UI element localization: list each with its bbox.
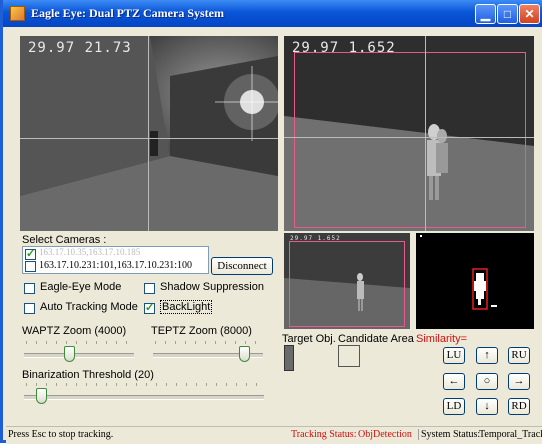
app-icon — [10, 6, 25, 21]
status-hint: Press Esc to stop tracking. — [8, 429, 114, 440]
circle-icon: ○ — [483, 375, 491, 387]
slider-thumb[interactable] — [64, 346, 75, 362]
teptz-zoom-slider[interactable] — [151, 339, 265, 363]
tracking-osd: 29.97 1.652 — [292, 40, 396, 56]
camera-checkbox-1[interactable] — [25, 247, 36, 260]
ptz-right-down-button[interactable]: RD — [508, 398, 530, 415]
minimize-button[interactable]: ▁ — [475, 4, 496, 24]
target-object-preview — [284, 345, 294, 371]
binarization-threshold-slider[interactable] — [22, 381, 266, 405]
wide-angle-scene — [20, 36, 278, 231]
binary-mask-video — [416, 233, 534, 329]
maximize-icon: □ — [503, 7, 512, 21]
thumbnail-osd: 29.97 1.652 — [290, 235, 341, 242]
arrow-up-icon: ↑ — [484, 349, 490, 361]
tracking-box — [294, 52, 526, 228]
shadow-suppression-label[interactable]: Shadow Suppression — [160, 281, 264, 293]
arrow-left-icon: ← — [448, 375, 460, 387]
slider-track — [24, 353, 134, 358]
slider-track — [24, 395, 264, 400]
title-bar[interactable]: Eagle Eye: Dual PTZ Camera System ▁ □ ✕ — [3, 0, 542, 27]
candidate-area-label: Candidate Area — [338, 333, 414, 345]
camera-item-1[interactable]: 163.17.10.35,163.17.10.185 — [39, 247, 140, 257]
ptz-left-down-button[interactable]: LD — [443, 398, 465, 415]
shadow-suppression-checkbox[interactable] — [144, 283, 155, 294]
ptz-up-button[interactable]: ↑ — [476, 347, 498, 364]
camera-list[interactable]: 163.17.10.35,163.17.10.185 163.17.10.231… — [22, 246, 209, 274]
ptz-left-up-button[interactable]: LU — [443, 347, 465, 364]
waptz-zoom-slider[interactable] — [22, 339, 136, 363]
tracking-status-value: ObjDetection — [358, 429, 412, 440]
binarization-threshold-label: Binarization Threshold (20) — [22, 369, 154, 381]
camera-checkbox-2[interactable] — [25, 261, 36, 272]
wide-angle-video: 29.97 21.73 — [20, 36, 278, 231]
system-status-label: System Status: — [418, 429, 480, 440]
app-window: Eagle Eye: Dual PTZ Camera System ▁ □ ✕ — [0, 0, 542, 444]
video-grid-line — [284, 137, 534, 138]
close-button[interactable]: ✕ — [519, 4, 540, 24]
arrow-right-icon: → — [513, 375, 525, 387]
similarity-label: Similarity= — [416, 333, 468, 345]
video-grid-line — [425, 36, 426, 231]
maximize-button[interactable]: □ — [497, 4, 518, 24]
eagle-eye-mode-checkbox[interactable] — [24, 283, 35, 294]
wide-angle-osd: 29.97 21.73 — [28, 40, 132, 56]
tracking-status-label: Tracking Status: — [291, 429, 357, 440]
waptz-zoom-label: WAPTZ Zoom (4000) — [22, 325, 127, 337]
camera-item-2[interactable]: 163.17.10.231:101,163.17.10.231:100 — [39, 260, 192, 271]
video-grid-line — [148, 36, 149, 231]
eagle-eye-mode-label[interactable]: Eagle-Eye Mode — [40, 281, 121, 293]
close-icon: ✕ — [524, 7, 535, 21]
thumbnail-video: 29.97 1.652 — [284, 233, 410, 329]
ptz-center-button[interactable]: ○ — [476, 373, 498, 390]
system-status-value: Temporal_Track — [479, 429, 542, 440]
slider-thumb[interactable] — [36, 388, 47, 404]
target-obj-label: Target Obj. — [282, 333, 336, 345]
window-title: Eagle Eye: Dual PTZ Camera System — [31, 6, 224, 20]
teptz-zoom-label: TEPTZ Zoom (8000) — [151, 325, 252, 337]
arrow-down-icon: ↓ — [484, 400, 490, 412]
select-cameras-label: Select Cameras : — [22, 234, 107, 246]
backlight-label[interactable]: BackLight — [160, 300, 213, 314]
thumbnail-tracking-box — [289, 241, 405, 327]
auto-tracking-checkbox[interactable] — [24, 303, 35, 314]
minimize-icon: ▁ — [480, 7, 491, 21]
video-grid-line — [20, 138, 278, 139]
auto-tracking-label[interactable]: Auto Tracking Mode — [40, 301, 138, 313]
binary-mask-scene — [416, 233, 534, 329]
ptz-down-button[interactable]: ↓ — [476, 398, 498, 415]
disconnect-button[interactable]: Disconnect — [211, 257, 273, 275]
client-area: 29.97 21.73 29.97 1.652 Select Cameras : — [6, 27, 542, 444]
slider-thumb[interactable] — [239, 346, 250, 362]
ptz-left-button[interactable]: ← — [443, 373, 465, 390]
candidate-area-preview — [338, 345, 360, 367]
ptz-right-button[interactable]: → — [508, 373, 530, 390]
status-bar: Press Esc to stop tracking. Tracking Sta… — [6, 426, 542, 444]
backlight-checkbox[interactable] — [144, 301, 155, 314]
tracking-video: 29.97 1.652 — [284, 36, 534, 231]
ptz-right-up-button[interactable]: RU — [508, 347, 530, 364]
